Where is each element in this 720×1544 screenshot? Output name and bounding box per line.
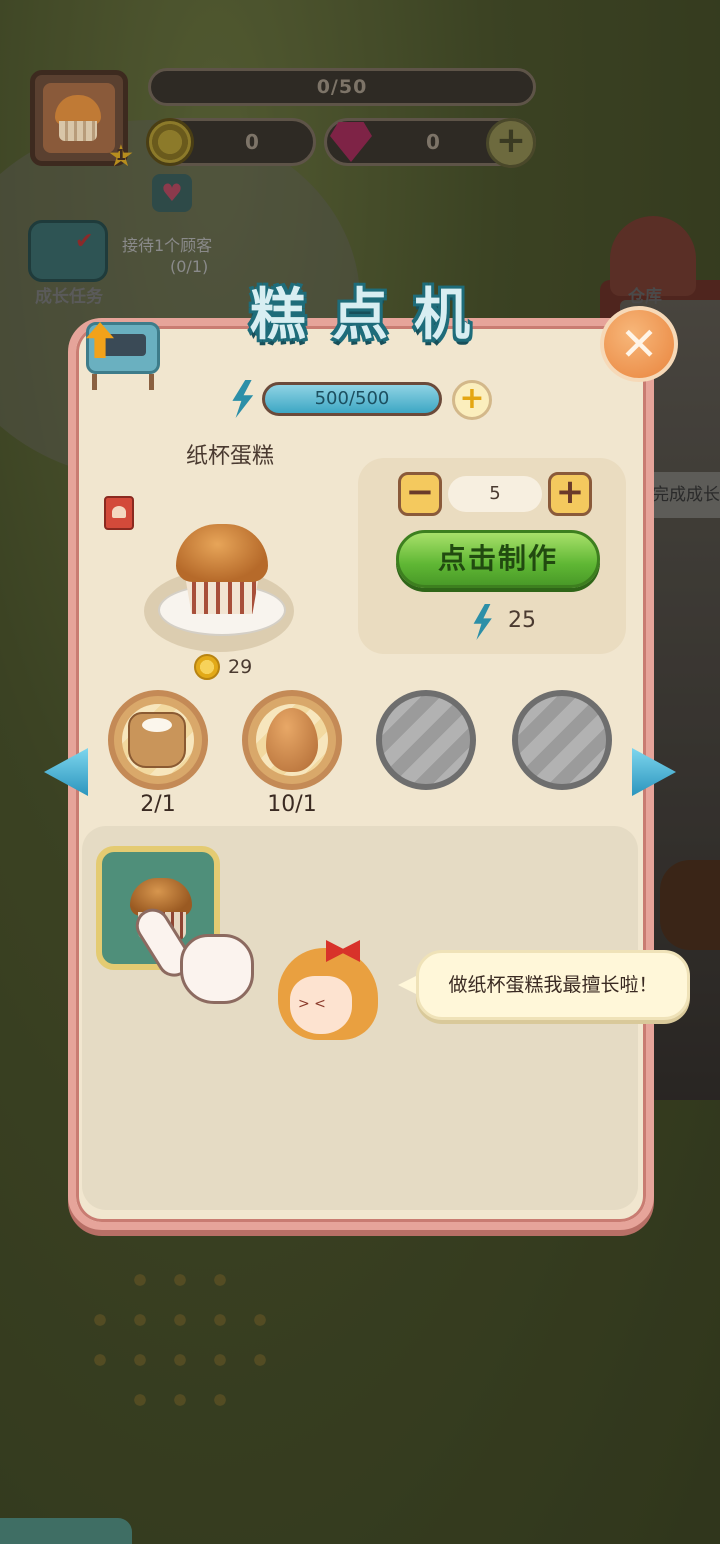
product-price: 29 bbox=[228, 656, 253, 678]
egg-icon bbox=[266, 708, 318, 772]
price-coin-icon bbox=[194, 654, 220, 680]
avatar-muffin-cup bbox=[59, 121, 97, 141]
flour-bag-icon bbox=[128, 712, 186, 768]
heart-icon[interactable]: ♥ bbox=[152, 174, 192, 212]
hand-palm bbox=[180, 934, 254, 1004]
recipe-icon[interactable] bbox=[104, 496, 134, 530]
decrease-quantity-button[interactable]: − bbox=[398, 472, 442, 516]
task-description: 接待1个顾客 bbox=[122, 236, 213, 255]
ingredient-count: 10/1 bbox=[267, 792, 317, 817]
product-name: 纸杯蛋糕 bbox=[186, 444, 275, 469]
speech-bubble: 做纸杯蛋糕我最擅长啦！ bbox=[416, 950, 690, 1020]
character-eyes: > < bbox=[298, 996, 326, 1012]
background-banner: 完成成长任 bbox=[652, 472, 720, 518]
quantity-field[interactable]: 5 bbox=[448, 476, 542, 512]
add-energy-button[interactable]: + bbox=[452, 380, 492, 420]
close-button[interactable]: ✕ bbox=[600, 306, 678, 382]
make-button[interactable]: 点击制作 bbox=[396, 530, 600, 588]
pastry-machine-icon[interactable] bbox=[78, 298, 164, 394]
add-gems-button[interactable]: + bbox=[486, 118, 536, 168]
ingredient-slot-empty bbox=[376, 690, 476, 790]
machine-legs bbox=[92, 374, 154, 390]
energy-cost: 25 bbox=[508, 608, 536, 633]
guide-character: > < bbox=[278, 940, 382, 1040]
experience-bar: 0/50 bbox=[148, 68, 536, 106]
bottom-menu-tab[interactable] bbox=[0, 1518, 132, 1544]
ingredient-slot-empty bbox=[512, 690, 612, 790]
coin-icon bbox=[146, 118, 194, 166]
increase-quantity-button[interactable]: + bbox=[548, 472, 592, 516]
player-level: 1 bbox=[115, 146, 127, 164]
tap-hand-icon bbox=[129, 900, 260, 1012]
ingredient-count: 2/1 bbox=[140, 792, 176, 817]
energy-bar: 500/500 bbox=[262, 382, 442, 416]
